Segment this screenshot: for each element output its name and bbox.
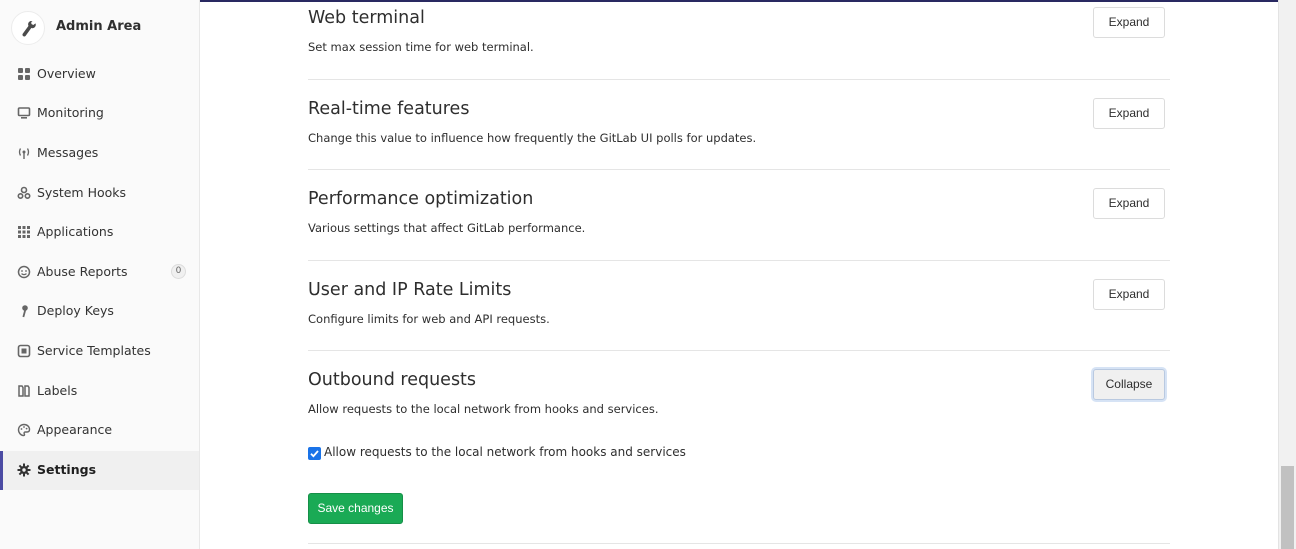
checkbox-label: Allow requests to the local network from… xyxy=(324,445,686,459)
sidebar-item-applications[interactable]: Applications xyxy=(0,213,199,252)
allow-local-requests-checkbox[interactable] xyxy=(308,447,321,460)
sidebar-item-label: System Hooks xyxy=(37,185,127,200)
section-real-time-features: Real-time features Change this value to … xyxy=(308,80,1170,170)
sidebar-item-label: Service Templates xyxy=(37,343,151,358)
section-description: Various settings that affect GitLab perf… xyxy=(308,221,586,235)
section-title: Outbound requests xyxy=(308,370,477,390)
checkmark-icon xyxy=(310,450,319,458)
smiley-icon xyxy=(17,265,31,279)
section-performance-optimization: Performance optimization Various setting… xyxy=(308,170,1170,261)
page-scrollbar[interactable] xyxy=(1278,0,1296,549)
expand-button[interactable]: Expand xyxy=(1093,7,1165,38)
sidebar-item-label: Messages xyxy=(37,145,99,160)
section-title: Performance optimization xyxy=(308,189,534,209)
abuse-reports-count-badge: 0 xyxy=(171,264,186,279)
sidebar-item-label: Deploy Keys xyxy=(37,303,114,318)
expand-button[interactable]: Expand xyxy=(1093,98,1165,129)
grid-icon xyxy=(18,68,30,80)
section-title: Web terminal xyxy=(308,8,425,28)
scrollbar-thumb[interactable] xyxy=(1281,466,1294,549)
section-outbound-requests: Outbound requests Allow requests to the … xyxy=(308,351,1170,431)
sidebar-item-appearance[interactable]: Appearance xyxy=(0,411,199,450)
sidebar-header[interactable]: Admin Area xyxy=(0,0,199,55)
apps-grid-icon xyxy=(18,226,30,238)
divider xyxy=(308,543,1170,544)
sidebar-item-deploy-keys[interactable]: Deploy Keys xyxy=(0,292,199,331)
admin-sidebar: Admin Area Overview Monitoring Messages … xyxy=(0,0,200,549)
template-icon xyxy=(17,344,31,358)
palette-icon xyxy=(17,423,31,437)
sidebar-item-monitoring[interactable]: Monitoring xyxy=(0,94,199,133)
sidebar-item-abuse-reports[interactable]: Abuse Reports 0 xyxy=(0,253,199,292)
sidebar-item-system-hooks[interactable]: System Hooks xyxy=(0,174,199,213)
sidebar-item-settings[interactable]: Settings xyxy=(0,451,199,490)
gear-icon xyxy=(17,463,31,477)
sidebar-item-overview[interactable]: Overview xyxy=(0,55,199,94)
sidebar-item-label: Labels xyxy=(37,383,78,398)
hook-icon xyxy=(17,186,31,200)
sidebar-item-label: Abuse Reports xyxy=(37,264,128,279)
save-changes-button[interactable]: Save changes xyxy=(308,493,403,524)
section-web-terminal: Web terminal Set max session time for we… xyxy=(308,0,1170,80)
section-description: Set max session time for web terminal. xyxy=(308,40,534,54)
section-description: Change this value to influence how frequ… xyxy=(308,131,757,145)
sidebar-item-label: Overview xyxy=(37,66,96,81)
sidebar-item-messages[interactable]: Messages xyxy=(0,134,199,173)
sidebar-item-label: Monitoring xyxy=(37,105,104,120)
section-description: Allow requests to the local network from… xyxy=(308,402,659,416)
monitor-icon xyxy=(17,107,31,119)
sidebar-item-label: Appearance xyxy=(37,422,113,437)
key-icon xyxy=(22,305,28,318)
sidebar-item-label: Settings xyxy=(37,462,97,477)
active-indicator xyxy=(0,451,3,490)
broadcast-icon xyxy=(18,148,30,159)
section-description: Configure limits for web and API request… xyxy=(308,312,550,326)
sidebar-item-labels[interactable]: Labels xyxy=(0,372,199,411)
expand-button[interactable]: Expand xyxy=(1093,188,1165,219)
sidebar-item-service-templates[interactable]: Service Templates xyxy=(0,332,199,371)
wrench-icon xyxy=(22,21,36,37)
section-title: Real-time features xyxy=(308,99,470,119)
sidebar-item-label: Applications xyxy=(37,224,114,239)
sidebar-title: Admin Area xyxy=(56,19,142,34)
settings-content: Web terminal Set max session time for we… xyxy=(200,0,1278,549)
labels-icon xyxy=(18,385,30,397)
section-title: User and IP Rate Limits xyxy=(308,280,512,300)
admin-area-avatar xyxy=(11,11,45,45)
collapse-button[interactable]: Collapse xyxy=(1093,369,1165,400)
expand-button[interactable]: Expand xyxy=(1093,279,1165,310)
section-user-ip-rate-limits: User and IP Rate Limits Configure limits… xyxy=(308,261,1170,351)
